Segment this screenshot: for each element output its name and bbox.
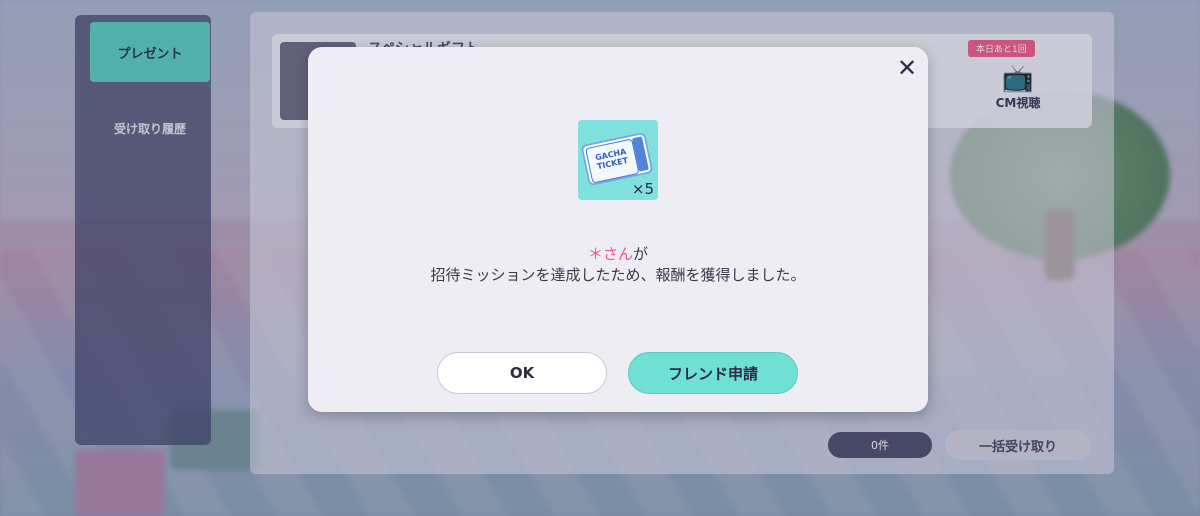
message-recipient-line: ＊さんが (308, 243, 928, 264)
reward-dialog (308, 47, 928, 412)
ticket-face: GACHA TICKET (585, 138, 640, 184)
message-body: 招待ミッションを達成したため、報酬を獲得しました。 (430, 266, 806, 284)
friend-request-button[interactable]: フレンド申請 (628, 352, 798, 394)
gacha-ticket-icon: GACHA TICKET (580, 131, 654, 187)
recipient-name: ＊さん (587, 245, 633, 263)
recipient-suffix: が (633, 245, 649, 263)
ok-button[interactable]: OK (437, 352, 607, 394)
reward-quantity: ×5 (631, 180, 654, 198)
ticket-label: GACHA TICKET (594, 147, 629, 171)
reward-item: GACHA TICKET ×5 (578, 120, 658, 200)
close-icon[interactable]: ✕ (888, 52, 926, 84)
